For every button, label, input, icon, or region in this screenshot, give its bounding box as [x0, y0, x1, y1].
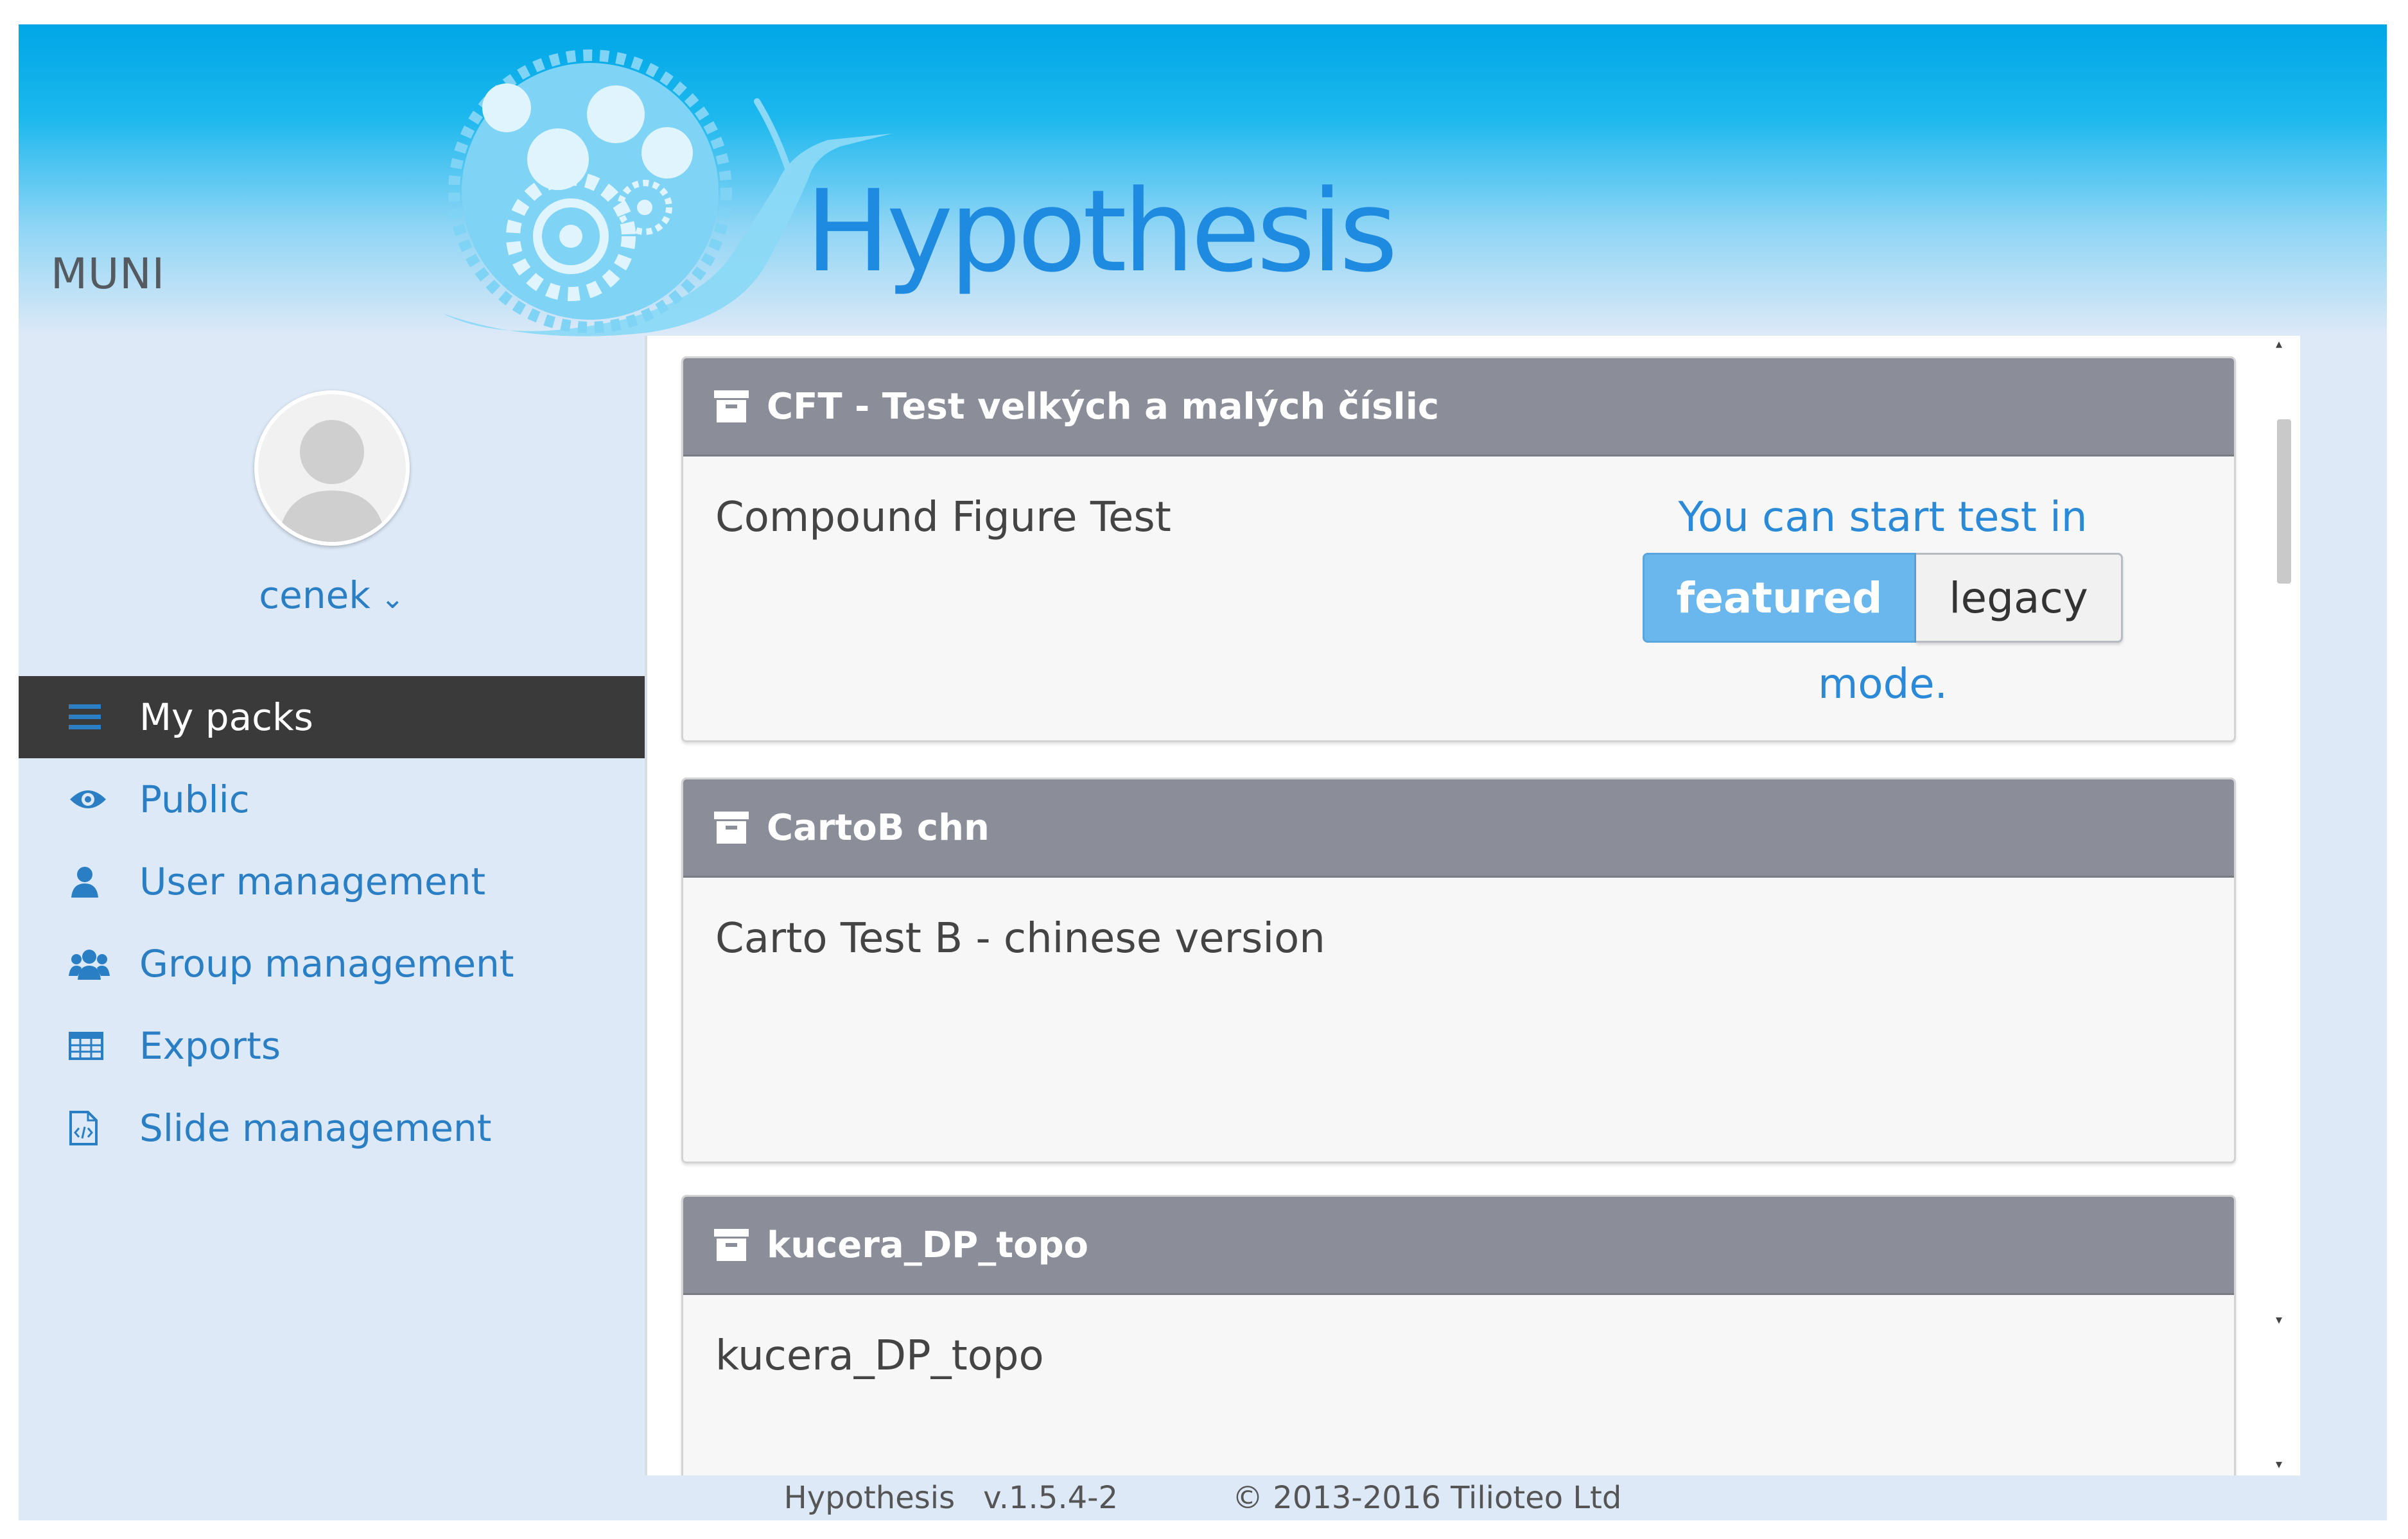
footer: Hypothesis v.1.5.4-2 © 2013-2016 Tiliote… — [19, 1475, 2387, 1520]
user-icon — [69, 865, 139, 898]
sidebar-item-group-management[interactable]: Group management — [19, 923, 645, 1005]
sidebar-item-label: Group management — [139, 942, 514, 986]
sidebar-item-label: User management — [139, 860, 486, 903]
list-icon — [69, 704, 139, 730]
start-test-prompt: You can start test in — [1678, 494, 2088, 541]
scroll-end-arrow-icon[interactable]: ▾ — [2276, 1456, 2282, 1472]
pack-card-body: kucera_DP_topo — [683, 1295, 2234, 1417]
pack-card-body: Compound Figure Test You can start test … — [683, 456, 2234, 708]
sidebar-item-label: Slide management — [139, 1106, 492, 1150]
sidebar-nav: My packs Public User management Group ma… — [19, 676, 645, 1169]
sidebar: cenek ⌄ My packs Public User management — [19, 336, 645, 1475]
org-name: MUNI — [51, 249, 166, 299]
table-icon — [69, 1032, 139, 1060]
packs-list: CFT - Test velkých a malých číslic Compo… — [645, 336, 2272, 1475]
pack-description: kucera_DP_topo — [715, 1332, 1044, 1380]
pack-card: kucera_DP_topo kucera_DP_topo — [681, 1195, 2236, 1475]
app-title: Hypothesis — [805, 166, 1398, 297]
app-window: MUNI Hypothesis cenek ⌄ My packs Public … — [19, 24, 2387, 1520]
pack-title: CFT - Test velkých a malých číslic — [767, 385, 1440, 428]
pack-title: kucera_DP_topo — [767, 1224, 1089, 1266]
mode-suffix: mode. — [1818, 661, 1948, 708]
archive-icon — [714, 1229, 749, 1261]
header-banner: MUNI Hypothesis — [19, 24, 2387, 336]
pack-description: Carto Test B - chinese version — [715, 915, 1325, 962]
scroll-thumb[interactable] — [2277, 419, 2291, 584]
sidebar-item-slide-management[interactable]: Slide management — [19, 1087, 645, 1169]
sidebar-item-label: Public — [139, 778, 250, 821]
sidebar-item-label: My packs — [139, 695, 313, 739]
featured-mode-button[interactable]: featured — [1643, 553, 1916, 643]
sidebar-item-exports[interactable]: Exports — [19, 1005, 645, 1087]
footer-app-name: Hypothesis — [783, 1480, 955, 1516]
eye-icon — [69, 787, 139, 812]
pack-card: CFT - Test velkých a malých číslic Compo… — [681, 356, 2236, 742]
sidebar-item-public[interactable]: Public — [19, 758, 645, 840]
user-menu[interactable]: cenek ⌄ — [19, 573, 645, 617]
mode-button-group: featured legacy — [1642, 553, 2124, 643]
sidebar-item-label: Exports — [139, 1024, 281, 1068]
pack-card-header: kucera_DP_topo — [683, 1197, 2234, 1295]
footer-version: v.1.5.4-2 — [983, 1480, 1119, 1516]
scroll-up-arrow-icon[interactable]: ▴ — [2276, 336, 2282, 351]
pack-card: CartoB chn Carto Test B - chinese versio… — [681, 778, 2236, 1163]
user-name: cenek — [259, 573, 371, 617]
legacy-mode-button[interactable]: legacy — [1916, 553, 2123, 643]
footer-copyright: © 2013-2016 Tilioteo Ltd — [1232, 1480, 1622, 1516]
start-test-box: You can start test in featured legacy mo… — [1642, 494, 2124, 708]
archive-icon — [714, 812, 749, 844]
main-scrollbar[interactable]: ▴ ▾ ▾ — [2269, 336, 2300, 1475]
archive-icon — [714, 390, 749, 422]
pack-card-header: CartoB chn — [683, 779, 2234, 878]
sidebar-item-my-packs[interactable]: My packs — [19, 676, 645, 758]
pack-title: CartoB chn — [767, 806, 990, 849]
file-code-icon — [69, 1110, 139, 1146]
avatar[interactable] — [254, 390, 410, 546]
pack-card-body: Carto Test B - chinese version — [683, 878, 2234, 1000]
sidebar-item-user-management[interactable]: User management — [19, 840, 645, 923]
pack-card-header: CFT - Test velkých a malých číslic — [683, 358, 2234, 456]
avatar-silhouette-icon — [277, 420, 387, 542]
users-icon — [69, 948, 139, 980]
chevron-down-icon: ⌄ — [380, 582, 405, 615]
scroll-down-arrow-icon[interactable]: ▾ — [2276, 1312, 2282, 1327]
